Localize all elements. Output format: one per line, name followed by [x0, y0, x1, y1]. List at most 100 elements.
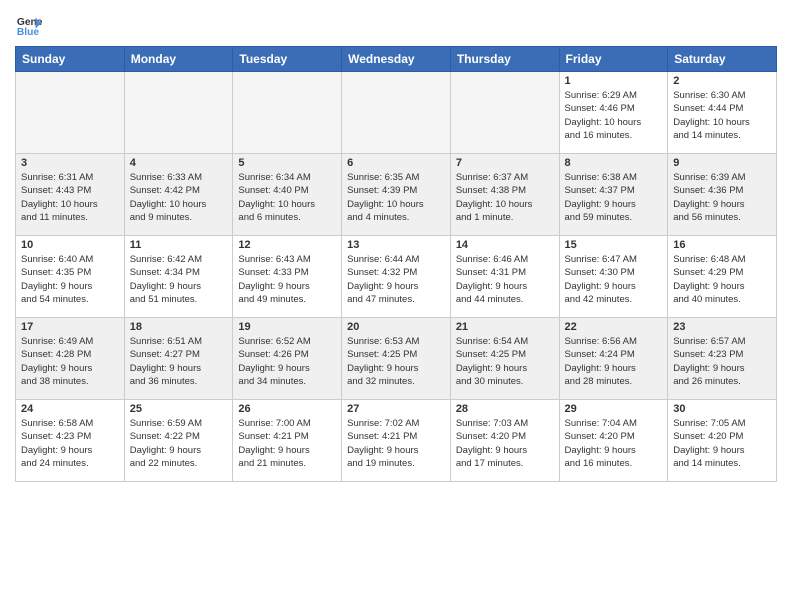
day-number: 29 [565, 403, 663, 415]
day-cell: 23 Sunrise: 6:57 AM Sunset: 4:23 PM Dayli… [668, 318, 777, 400]
day-info: Sunrise: 7:04 AM Sunset: 4:20 PM Dayligh… [565, 417, 663, 470]
day-cell: 15 Sunrise: 6:47 AM Sunset: 4:30 PM Dayli… [559, 236, 668, 318]
week-row-0: 1 Sunrise: 6:29 AM Sunset: 4:46 PM Daylig… [16, 72, 777, 154]
day-info: Sunrise: 6:30 AM Sunset: 4:44 PM Dayligh… [673, 89, 771, 142]
day-number: 10 [21, 239, 119, 251]
day-info: Sunrise: 6:51 AM Sunset: 4:27 PM Dayligh… [130, 335, 228, 388]
day-info: Sunrise: 7:00 AM Sunset: 4:21 PM Dayligh… [238, 417, 336, 470]
day-number: 16 [673, 239, 771, 251]
day-number: 18 [130, 321, 228, 333]
weekday-header-saturday: Saturday [668, 47, 777, 72]
day-cell: 30 Sunrise: 7:05 AM Sunset: 4:20 PM Dayli… [668, 400, 777, 482]
weekday-header-row: SundayMondayTuesdayWednesdayThursdayFrid… [16, 47, 777, 72]
day-number: 22 [565, 321, 663, 333]
day-number: 8 [565, 157, 663, 169]
day-cell: 14 Sunrise: 6:46 AM Sunset: 4:31 PM Dayli… [450, 236, 559, 318]
day-info: Sunrise: 6:37 AM Sunset: 4:38 PM Dayligh… [456, 171, 554, 224]
day-info: Sunrise: 7:03 AM Sunset: 4:20 PM Dayligh… [456, 417, 554, 470]
week-row-2: 10Sunrise: 6:40 AM Sunset: 4:35 PM Dayli… [16, 236, 777, 318]
week-row-4: 24 Sunrise: 6:58 AM Sunset: 4:23 PM Dayli… [16, 400, 777, 482]
day-number: 12 [238, 239, 336, 251]
day-info: Sunrise: 6:35 AM Sunset: 4:39 PM Dayligh… [347, 171, 445, 224]
day-number: 27 [347, 403, 445, 415]
day-number: 24 [21, 403, 119, 415]
calendar: SundayMondayTuesdayWednesdayThursdayFrid… [15, 46, 777, 482]
day-cell [233, 72, 342, 154]
day-number: 15 [565, 239, 663, 251]
day-cell [450, 72, 559, 154]
day-cell: 13Sunrise: 6:44 AM Sunset: 4:32 PM Dayli… [342, 236, 451, 318]
day-number: 7 [456, 157, 554, 169]
day-number: 28 [456, 403, 554, 415]
day-cell: 9 Sunrise: 6:39 AM Sunset: 4:36 PM Daylig… [668, 154, 777, 236]
day-info: Sunrise: 7:02 AM Sunset: 4:21 PM Dayligh… [347, 417, 445, 470]
day-cell: 21Sunrise: 6:54 AM Sunset: 4:25 PM Dayli… [450, 318, 559, 400]
day-info: Sunrise: 6:42 AM Sunset: 4:34 PM Dayligh… [130, 253, 228, 306]
day-info: Sunrise: 6:56 AM Sunset: 4:24 PM Dayligh… [565, 335, 663, 388]
logo: General Blue [15, 10, 43, 38]
day-cell [342, 72, 451, 154]
weekday-header-monday: Monday [124, 47, 233, 72]
day-number: 25 [130, 403, 228, 415]
day-number: 2 [673, 75, 771, 87]
day-number: 9 [673, 157, 771, 169]
page: General Blue SundayMondayTuesdayWednesda… [0, 0, 792, 612]
week-row-3: 17 Sunrise: 6:49 AM Sunset: 4:28 PM Dayli… [16, 318, 777, 400]
day-info: Sunrise: 6:43 AM Sunset: 4:33 PM Dayligh… [238, 253, 336, 306]
day-number: 4 [130, 157, 228, 169]
day-info: Sunrise: 6:47 AM Sunset: 4:30 PM Dayligh… [565, 253, 663, 306]
day-number: 30 [673, 403, 771, 415]
svg-text:Blue: Blue [17, 27, 40, 38]
day-cell: 3 Sunrise: 6:31 AM Sunset: 4:43 PM Daylig… [16, 154, 125, 236]
day-cell: 4 Sunrise: 6:33 AM Sunset: 4:42 PM Daylig… [124, 154, 233, 236]
day-number: 14 [456, 239, 554, 251]
day-cell: 2 Sunrise: 6:30 AM Sunset: 4:44 PM Daylig… [668, 72, 777, 154]
header: General Blue [15, 10, 777, 38]
day-cell: 6 Sunrise: 6:35 AM Sunset: 4:39 PM Daylig… [342, 154, 451, 236]
day-info: Sunrise: 6:53 AM Sunset: 4:25 PM Dayligh… [347, 335, 445, 388]
day-number: 3 [21, 157, 119, 169]
day-info: Sunrise: 6:57 AM Sunset: 4:23 PM Dayligh… [673, 335, 771, 388]
weekday-header-thursday: Thursday [450, 47, 559, 72]
day-info: Sunrise: 6:54 AM Sunset: 4:25 PM Dayligh… [456, 335, 554, 388]
weekday-header-sunday: Sunday [16, 47, 125, 72]
day-cell: 18 Sunrise: 6:51 AM Sunset: 4:27 PM Dayli… [124, 318, 233, 400]
day-cell: 19 Sunrise: 6:52 AM Sunset: 4:26 PM Dayli… [233, 318, 342, 400]
day-info: Sunrise: 6:49 AM Sunset: 4:28 PM Dayligh… [21, 335, 119, 388]
day-cell: 17 Sunrise: 6:49 AM Sunset: 4:28 PM Dayli… [16, 318, 125, 400]
day-info: Sunrise: 6:52 AM Sunset: 4:26 PM Dayligh… [238, 335, 336, 388]
day-cell: 28 Sunrise: 7:03 AM Sunset: 4:20 PM Dayli… [450, 400, 559, 482]
day-cell: 12 Sunrise: 6:43 AM Sunset: 4:33 PM Dayli… [233, 236, 342, 318]
day-cell: 27 Sunrise: 7:02 AM Sunset: 4:21 PM Dayli… [342, 400, 451, 482]
day-cell: 16Sunrise: 6:48 AM Sunset: 4:29 PM Dayli… [668, 236, 777, 318]
day-info: Sunrise: 7:05 AM Sunset: 4:20 PM Dayligh… [673, 417, 771, 470]
day-cell: 8 Sunrise: 6:38 AM Sunset: 4:37 PM Daylig… [559, 154, 668, 236]
day-cell: 10Sunrise: 6:40 AM Sunset: 4:35 PM Dayli… [16, 236, 125, 318]
weekday-header-tuesday: Tuesday [233, 47, 342, 72]
day-info: Sunrise: 6:31 AM Sunset: 4:43 PM Dayligh… [21, 171, 119, 224]
day-cell: 22 Sunrise: 6:56 AM Sunset: 4:24 PM Dayli… [559, 318, 668, 400]
day-info: Sunrise: 6:46 AM Sunset: 4:31 PM Dayligh… [456, 253, 554, 306]
day-cell: 11 Sunrise: 6:42 AM Sunset: 4:34 PM Dayli… [124, 236, 233, 318]
day-info: Sunrise: 6:44 AM Sunset: 4:32 PM Dayligh… [347, 253, 445, 306]
day-cell: 29 Sunrise: 7:04 AM Sunset: 4:20 PM Dayli… [559, 400, 668, 482]
logo-icon: General Blue [15, 10, 43, 38]
day-info: Sunrise: 6:58 AM Sunset: 4:23 PM Dayligh… [21, 417, 119, 470]
day-number: 6 [347, 157, 445, 169]
weekday-header-friday: Friday [559, 47, 668, 72]
day-number: 23 [673, 321, 771, 333]
day-number: 20 [347, 321, 445, 333]
weekday-header-wednesday: Wednesday [342, 47, 451, 72]
day-info: Sunrise: 6:29 AM Sunset: 4:46 PM Dayligh… [565, 89, 663, 142]
day-number: 19 [238, 321, 336, 333]
day-info: Sunrise: 6:59 AM Sunset: 4:22 PM Dayligh… [130, 417, 228, 470]
day-info: Sunrise: 6:38 AM Sunset: 4:37 PM Dayligh… [565, 171, 663, 224]
day-number: 17 [21, 321, 119, 333]
day-info: Sunrise: 6:33 AM Sunset: 4:42 PM Dayligh… [130, 171, 228, 224]
day-number: 11 [130, 239, 228, 251]
day-cell: 20 Sunrise: 6:53 AM Sunset: 4:25 PM Dayli… [342, 318, 451, 400]
day-number: 1 [565, 75, 663, 87]
day-cell: 5Sunrise: 6:34 AM Sunset: 4:40 PM Daylig… [233, 154, 342, 236]
day-info: Sunrise: 6:39 AM Sunset: 4:36 PM Dayligh… [673, 171, 771, 224]
day-number: 5 [238, 157, 336, 169]
